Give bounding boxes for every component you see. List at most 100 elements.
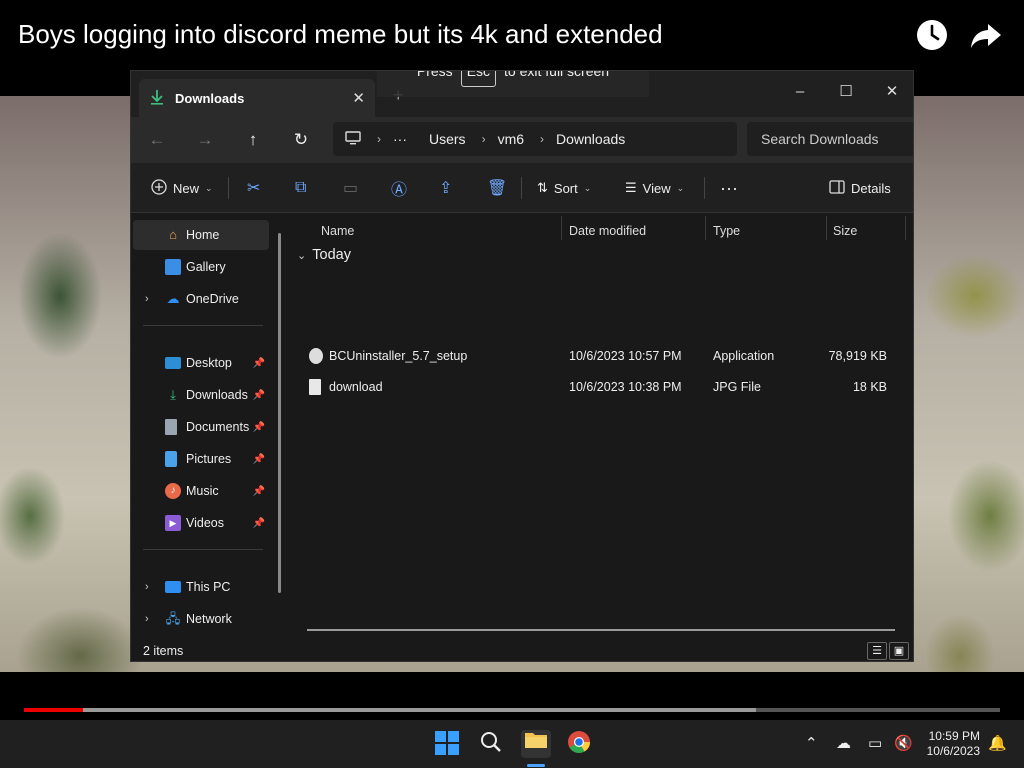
paste-button[interactable]: ▭ (343, 177, 358, 199)
pin-icon[interactable]: 📌 (253, 486, 265, 497)
chevron-right-icon[interactable]: › (540, 132, 544, 146)
sidebar-item-documents[interactable]: Documents 📌 (133, 412, 269, 442)
breadcrumb-more[interactable]: ··· (393, 131, 407, 147)
chevron-down-icon: ⌄ (205, 182, 213, 193)
column-header-date[interactable]: Date modified (569, 218, 646, 244)
tab-downloads[interactable]: Downloads ✕ (139, 79, 375, 117)
search-input[interactable]: Search Downloads (747, 122, 913, 156)
chevron-down-icon[interactable]: ⌄ (297, 250, 306, 262)
cut-button[interactable]: ✂ (247, 177, 260, 199)
system-clock[interactable]: 10:59 PM 10/6/2023 (927, 729, 980, 759)
file-list: Name Date modified Type Size ⌄ Today BCU… (289, 213, 913, 639)
chevron-right-icon[interactable]: › (145, 613, 149, 625)
divider (521, 177, 522, 199)
chevron-right-icon[interactable]: › (145, 293, 149, 305)
chevron-down-icon: ⌄ (676, 182, 685, 193)
delete-button[interactable]: 🗑 (487, 177, 507, 199)
sidebar-item-home[interactable]: ⌂ Home (133, 220, 269, 250)
sidebar-item-onedrive[interactable]: › ☁ OneDrive (133, 284, 269, 314)
column-header-size[interactable]: Size (833, 218, 857, 244)
sidebar-item-music[interactable]: ♪ Music 📌 (133, 476, 269, 506)
column-header-name[interactable]: Name (321, 218, 354, 244)
sort-button[interactable]: ⇅ Sort ⌄ (537, 177, 591, 199)
column-header-type[interactable]: Type (713, 218, 740, 244)
chevron-right-icon[interactable]: › (377, 132, 381, 146)
desktop-icon (165, 357, 181, 369)
new-label: New (173, 180, 200, 196)
file-row[interactable]: BCUninstaller_5.7_setup 10/6/2023 10:57 … (301, 342, 901, 370)
view-button[interactable]: ☰ View ⌄ (625, 177, 684, 199)
breadcrumb-vm6[interactable]: vm6 (498, 131, 524, 147)
windows-start-icon[interactable] (433, 730, 461, 758)
chrome-icon[interactable] (565, 730, 593, 758)
breadcrumb[interactable]: › ··· Users › vm6 › Downloads (333, 122, 737, 156)
forward-arrow-icon[interactable]: → (189, 125, 221, 155)
search-icon[interactable] (477, 730, 505, 758)
chevron-up-icon[interactable]: ⌃ (805, 734, 818, 752)
clipboard-icon: ▭ (343, 180, 359, 197)
divider (228, 177, 229, 199)
details-button[interactable]: Details (829, 177, 891, 199)
file-date: 10/6/2023 10:57 PM (569, 349, 682, 363)
view-label: View (642, 180, 671, 196)
close-button[interactable]: ✕ (869, 77, 913, 107)
active-indicator (527, 764, 545, 767)
sidebar-scrollbar[interactable] (278, 233, 281, 593)
onedrive-tray-icon[interactable]: ☁ (836, 734, 851, 752)
sidebar-item-network[interactable]: › 🖧 Network (133, 604, 269, 634)
app-icon (309, 348, 323, 364)
share-arrow-icon[interactable] (969, 18, 1003, 52)
column-divider[interactable] (905, 216, 906, 240)
more-options-icon[interactable]: ··· (720, 177, 738, 199)
pin-icon[interactable]: 📌 (253, 358, 265, 369)
pin-icon[interactable]: 📌 (253, 422, 265, 433)
file-row[interactable]: download 10/6/2023 10:38 PM JPG File 18 … (301, 373, 901, 401)
refresh-icon[interactable]: ↻ (285, 125, 317, 155)
chevron-right-icon[interactable]: › (482, 132, 486, 146)
plus-circle-icon (151, 178, 167, 198)
column-divider[interactable] (826, 216, 827, 240)
clock-icon[interactable] (915, 18, 949, 52)
sidebar-item-thispc[interactable]: › This PC (133, 572, 269, 602)
maximize-button[interactable]: ☐ (823, 77, 869, 107)
sidebar-label: Videos (186, 516, 224, 530)
column-divider[interactable] (705, 216, 706, 240)
up-arrow-icon[interactable]: ↑ (237, 125, 269, 155)
breadcrumb-downloads[interactable]: Downloads (556, 131, 625, 147)
sidebar-item-pictures[interactable]: Pictures 📌 (133, 444, 269, 474)
document-icon (165, 419, 177, 435)
sidebar-item-downloads[interactable]: ⤓ Downloads 📌 (133, 380, 269, 410)
back-arrow-icon[interactable]: ← (141, 125, 173, 155)
new-button[interactable]: New ⌄ (151, 177, 213, 199)
view-lines-icon: ☰ (625, 180, 637, 195)
group-header-today[interactable]: ⌄ Today (297, 247, 351, 263)
close-tab-icon[interactable]: ✕ (352, 89, 365, 107)
file-explorer-taskbar-icon[interactable] (521, 730, 551, 758)
chevron-right-icon[interactable]: › (145, 581, 149, 593)
sidebar-item-gallery[interactable]: Gallery (133, 252, 269, 282)
minimize-button[interactable]: – (777, 77, 823, 107)
pin-icon[interactable]: 📌 (253, 518, 265, 529)
copy-button[interactable]: ⧉ (295, 177, 306, 199)
network-monitor-icon[interactable]: ▭ (868, 734, 882, 752)
file-date: 10/6/2023 10:38 PM (569, 380, 682, 394)
file-explorer-window: Downloads ✕ + – ☐ ✕ Press Esc to exit fu… (130, 70, 914, 662)
sidebar-item-videos[interactable]: ▶ Videos 📌 (133, 508, 269, 538)
details-view-icon[interactable]: ☰ (867, 642, 887, 660)
chevron-down-icon: ⌄ (583, 182, 592, 193)
share-button[interactable]: ⇪ (439, 177, 452, 199)
tiles-view-icon[interactable]: ▣ (889, 642, 909, 660)
breadcrumb-users[interactable]: Users (429, 131, 466, 147)
notification-bell-icon[interactable]: 🔔 (988, 734, 1007, 752)
pin-icon[interactable]: 📌 (253, 454, 265, 465)
horizontal-scrollbar[interactable] (307, 629, 895, 631)
column-divider[interactable] (561, 216, 562, 240)
monitor-icon[interactable] (345, 130, 361, 148)
pin-icon[interactable]: 📌 (253, 390, 265, 401)
rename-button[interactable]: Ⓐ (391, 177, 407, 199)
speaker-muted-icon[interactable]: 🔇 (894, 734, 913, 752)
video-title[interactable]: Boys logging into discord meme but its 4… (18, 19, 663, 50)
sidebar-item-desktop[interactable]: Desktop 📌 (133, 348, 269, 378)
video-progress-bar[interactable] (24, 708, 1000, 712)
sidebar-label: Desktop (186, 356, 232, 370)
